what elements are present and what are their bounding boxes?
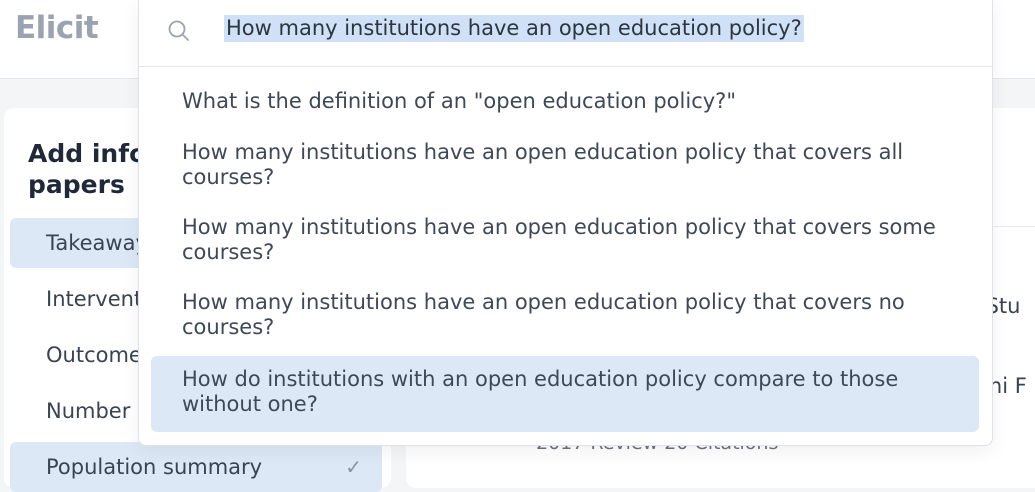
suggestion-text: How do institutions with an open educati… [182, 367, 899, 416]
suggestion-item-active[interactable]: How do institutions with an open educati… [151, 356, 979, 432]
suggestion-item[interactable]: How many institutions have an open educa… [151, 140, 979, 192]
search-dropdown: How many institutions have an open educa… [138, 0, 993, 446]
column-option-label: Takeaway [46, 231, 148, 255]
suggestion-item[interactable]: What is the definition of an "open educa… [151, 89, 979, 119]
column-option-label: Population summary [46, 455, 263, 479]
search-bar: How many institutions have an open educa… [139, 0, 992, 67]
search-icon [168, 20, 189, 41]
checkmark-icon: ✓ [345, 455, 362, 479]
column-option-population-summary[interactable]: Population summary ✓ [10, 442, 382, 492]
suggestion-item[interactable]: How many institutions have an open educa… [151, 215, 979, 267]
suggestion-text: How many institutions have an open educa… [182, 290, 905, 339]
suggestion-text: How many institutions have an open educa… [182, 140, 904, 189]
suggestion-text: How many institutions have an open educa… [182, 215, 936, 264]
column-option-label: Outcome [46, 343, 142, 367]
suggestion-item[interactable]: How many institutions have an open educa… [151, 290, 979, 342]
search-input[interactable]: How many institutions have an open educa… [224, 15, 804, 42]
suggestion-text: What is the definition of an "open educa… [182, 89, 736, 113]
app-logo[interactable]: Elicit [15, 10, 99, 46]
